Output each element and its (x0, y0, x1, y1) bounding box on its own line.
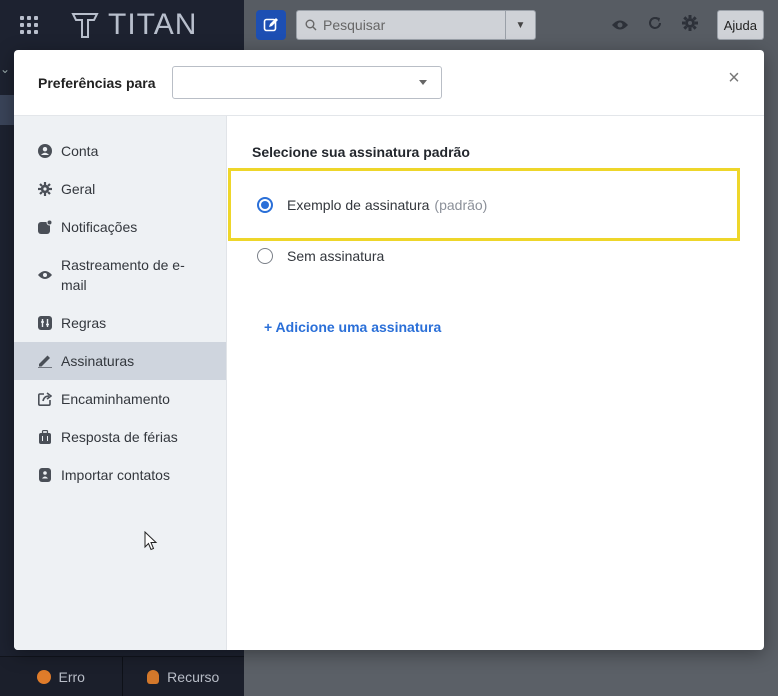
sidebar-item-importar-contatos[interactable]: Importar contatos (14, 456, 226, 494)
refresh-icon[interactable] (647, 15, 663, 36)
bottom-bar: Erro Recurso (0, 656, 244, 696)
notification-icon (38, 220, 52, 234)
lightbulb-icon (147, 669, 160, 684)
titan-logo: TITAN (70, 8, 197, 42)
suitcase-icon (39, 430, 51, 444)
sidebar-item-label: Regras (61, 315, 107, 331)
feature-label: Recurso (167, 668, 220, 685)
chevron-down-icon (418, 80, 427, 85)
search-dropdown-button[interactable]: ▼ (505, 11, 535, 39)
sidebar-item-resposta-ferias[interactable]: Resposta de férias (14, 418, 226, 456)
apps-grid-icon[interactable] (20, 16, 38, 34)
compose-button[interactable] (256, 10, 286, 40)
sidebar-item-label: Resposta de férias (61, 429, 178, 445)
bug-label: Erro (58, 668, 85, 685)
sidebar-item-notificacoes[interactable]: Notificações (14, 208, 226, 246)
report-bug-button[interactable]: Erro (0, 657, 122, 696)
sidebar-item-label: Importar contatos (61, 467, 170, 483)
signature-option-label: Exemplo de assinatura (287, 196, 430, 213)
account-select[interactable] (171, 66, 442, 99)
search-input[interactable]: Pesquisar ▼ (296, 10, 536, 40)
sidebar-item-label: Rastreamento de e-mail (61, 257, 185, 293)
sidebar-item-rastreamento[interactable]: Rastreamento de e-mail (14, 246, 226, 304)
account-icon (38, 144, 52, 158)
bug-icon (36, 669, 51, 684)
sidebar-item-label: Assinaturas (61, 353, 135, 369)
modal-header: Preferências para × (14, 50, 764, 116)
signature-option-sem[interactable]: Sem assinatura (257, 248, 384, 264)
sidebar-item-assinaturas[interactable]: Assinaturas (14, 342, 226, 380)
folder-row[interactable] (0, 95, 14, 125)
search-placeholder: Pesquisar (323, 17, 386, 33)
forward-icon (38, 392, 52, 406)
app-topbar-left: TITAN (0, 0, 244, 50)
eye-icon (38, 271, 52, 279)
search-icon (305, 19, 317, 31)
sidebar-item-encaminhamento[interactable]: Encaminhamento (14, 380, 226, 418)
logo-text: TITAN (108, 8, 198, 41)
sidebar-item-conta[interactable]: Conta (14, 132, 226, 170)
modal-body: Conta Geral Notificações Rastreamento de… (14, 116, 764, 650)
settings-gear-icon[interactable] (681, 14, 699, 37)
sidebar-item-regras[interactable]: Regras (14, 304, 226, 342)
app-topbar: Pesquisar ▼ Ajuda (244, 0, 778, 50)
titan-logo-icon (71, 13, 99, 38)
radio-unselected[interactable] (257, 248, 273, 264)
feature-request-button[interactable]: Recurso (121, 657, 245, 696)
topbar-icons: Ajuda (611, 10, 764, 40)
gear-icon (38, 182, 52, 196)
signatures-panel: Selecione sua assinatura padrão Exemplo … (227, 116, 764, 650)
add-signature-link[interactable]: + Adicione uma assinatura (264, 319, 441, 335)
preferences-modal: Preferências para × Conta Geral Notifica… (14, 50, 764, 650)
pen-icon (38, 355, 52, 368)
sidebar-item-label: Encaminhamento (61, 391, 170, 407)
sidebar-item-label: Conta (61, 143, 99, 159)
default-badge: (padrão) (434, 196, 488, 213)
compose-icon (263, 18, 278, 32)
help-button[interactable]: Ajuda (716, 10, 764, 40)
radio-selected[interactable] (257, 196, 273, 213)
signature-option-label: Sem assinatura (287, 248, 385, 264)
eye-icon[interactable] (611, 15, 629, 36)
sidebar-item-geral[interactable]: Geral (14, 170, 226, 208)
folder-chevron-icon[interactable]: ⌄ (0, 62, 10, 76)
rules-icon (38, 316, 52, 330)
modal-title: Preferências para (38, 74, 156, 91)
section-title: Selecione sua assinatura padrão (252, 144, 470, 160)
sidebar-item-label: Notificações (61, 219, 138, 235)
preferences-sidebar: Conta Geral Notificações Rastreamento de… (14, 116, 227, 650)
sidebar-item-label: Geral (61, 181, 96, 197)
signature-option-exemplo[interactable]: Exemplo de assinatura (padrão) (228, 168, 740, 241)
close-icon[interactable]: × (726, 68, 742, 88)
contacts-icon (39, 468, 51, 482)
mouse-cursor-icon (144, 531, 158, 551)
